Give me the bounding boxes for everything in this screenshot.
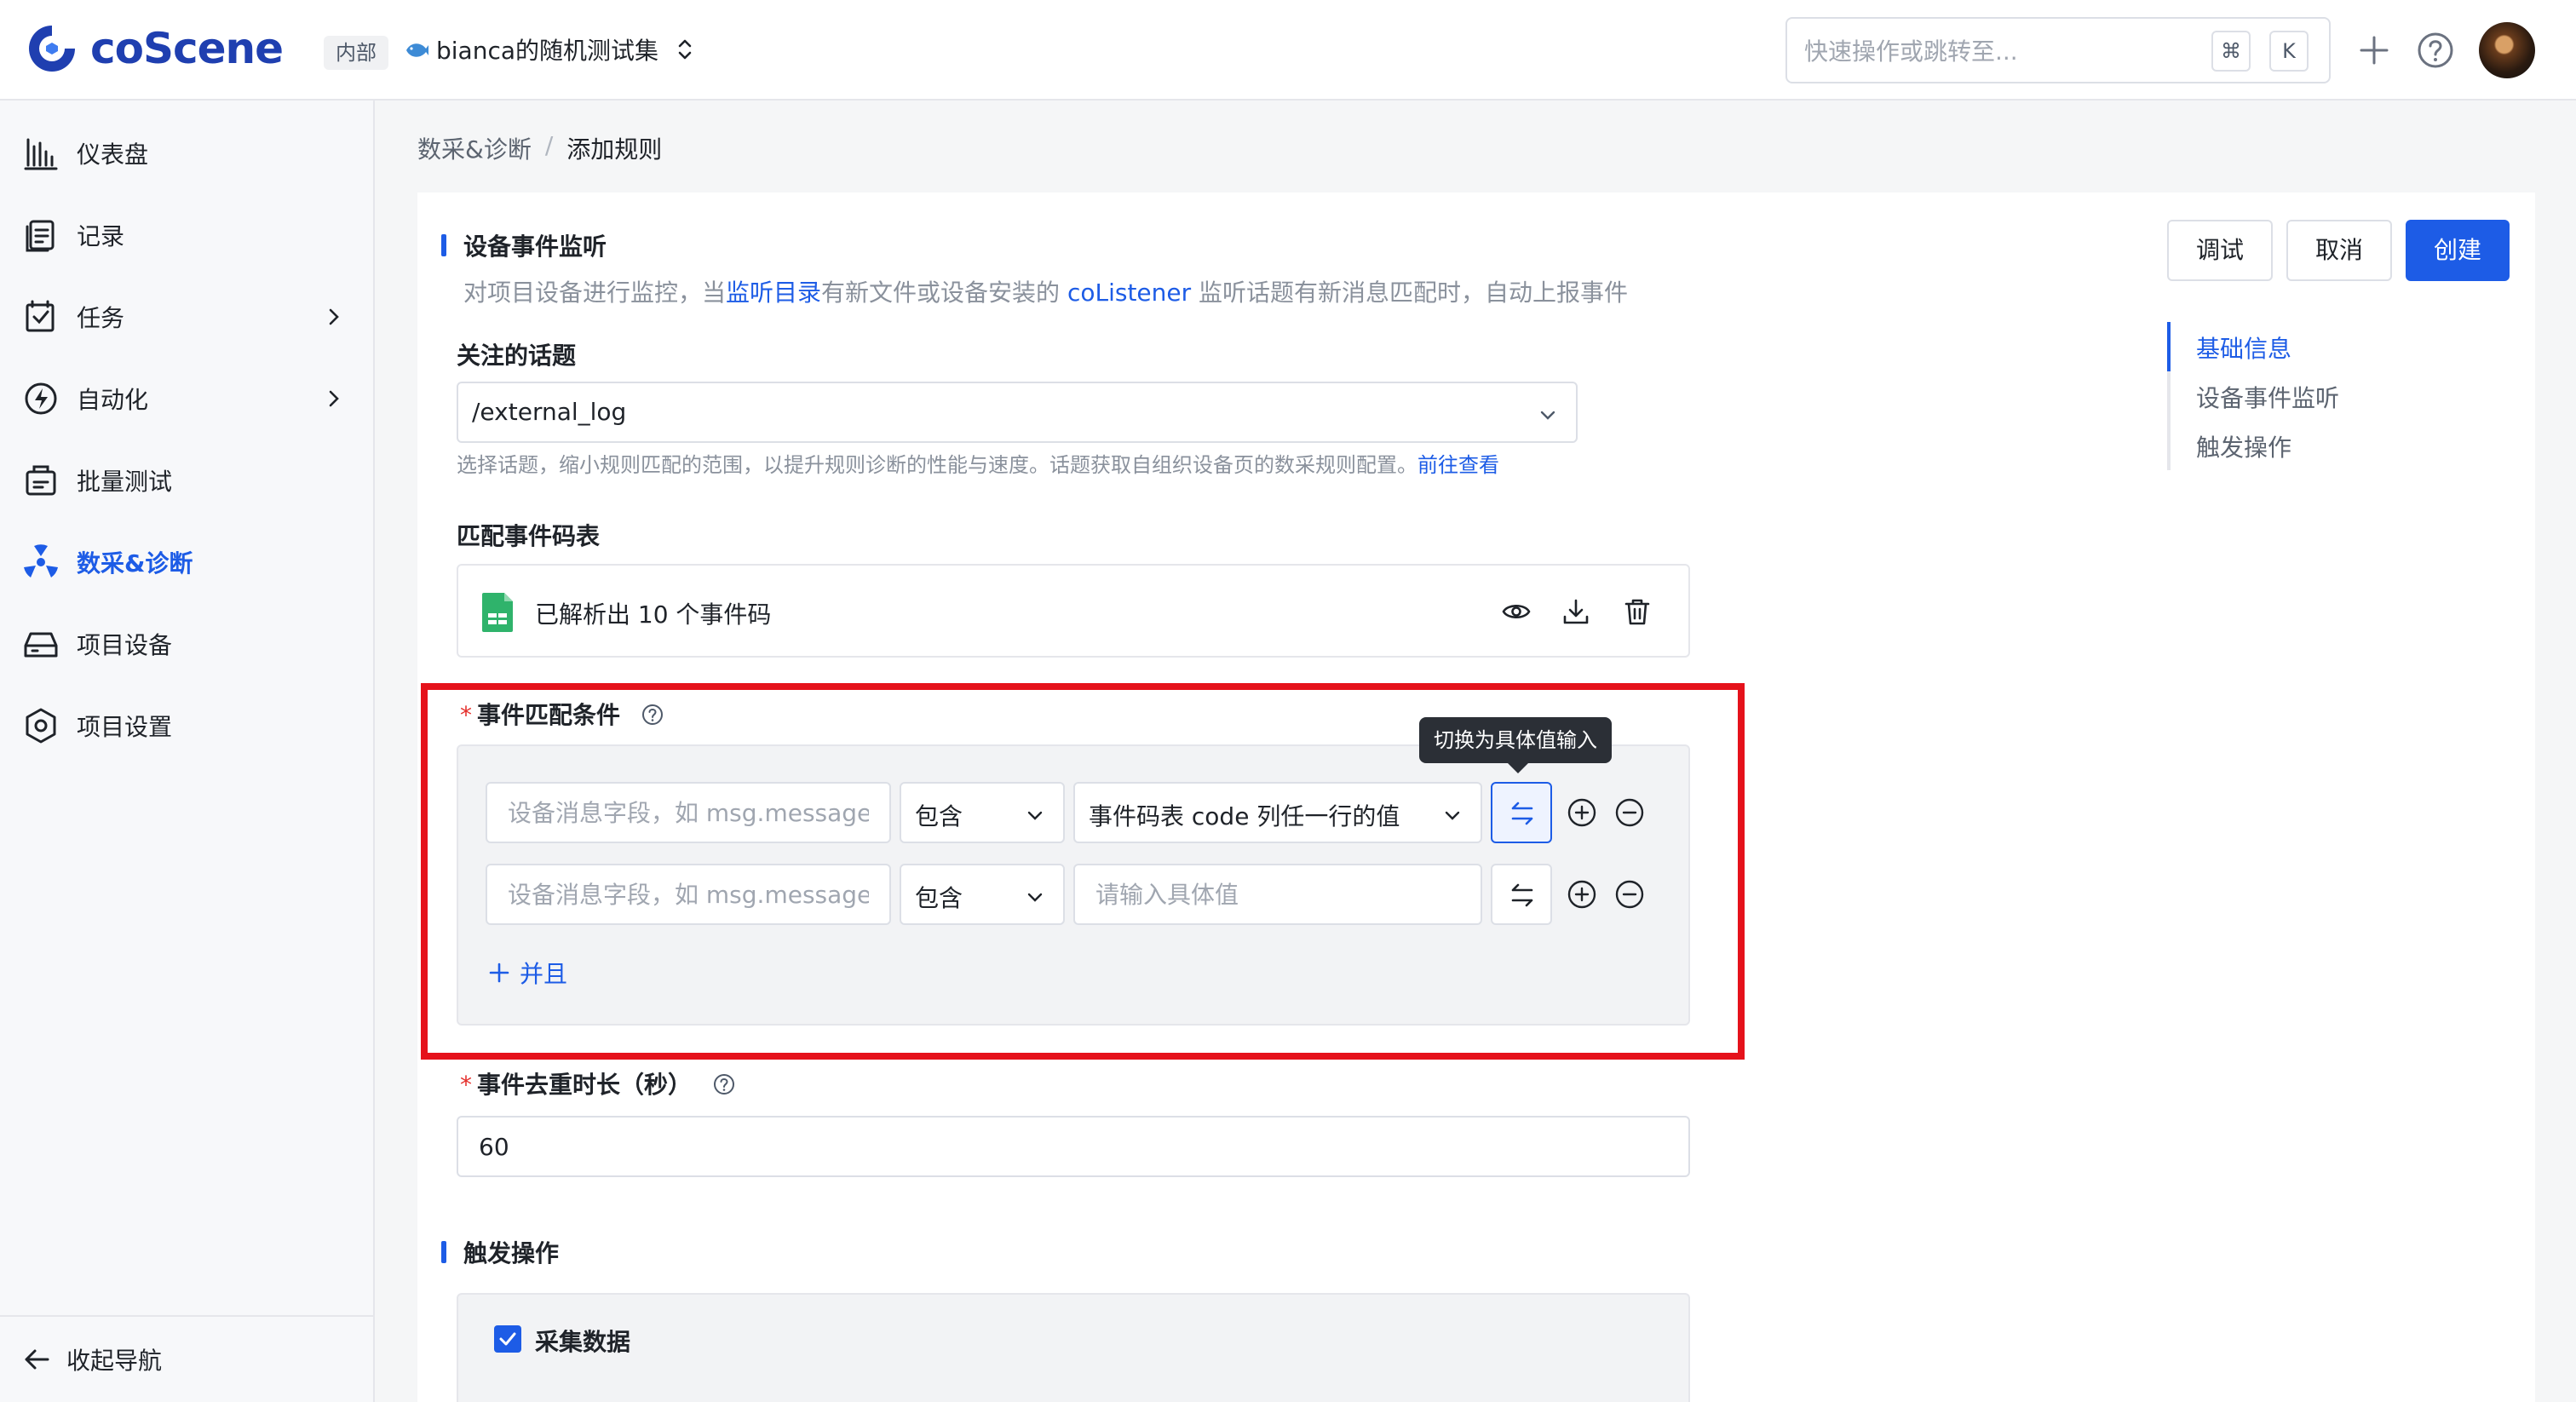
chevron-updown-icon (678, 39, 692, 60)
collect-data-checkbox[interactable] (494, 1325, 521, 1353)
project-switcher[interactable]: bianca的随机测试集 (404, 32, 696, 66)
breadcrumb-separator: / (544, 131, 554, 159)
anchor-active-marker (2167, 322, 2171, 371)
trigger-action-group: 采集数据 (457, 1293, 1690, 1402)
sidebar-item-label: 项目设置 (77, 713, 173, 741)
arrow-left-icon (25, 1349, 49, 1370)
sidebar-item-diagnosis[interactable]: 数采&诊断 (22, 537, 354, 588)
required-mark: * (460, 1071, 472, 1099)
sidebar-item-label: 记录 (77, 222, 125, 250)
desc-text: 监听话题有新消息匹配时，自动上报事件 (1199, 279, 1629, 307)
coscene-logo-icon (29, 26, 75, 72)
listen-section-title: 设备事件监听 (441, 228, 607, 262)
automation-icon (25, 382, 57, 415)
collapse-nav-label: 收起导航 (66, 1347, 163, 1375)
records-icon (26, 220, 55, 252)
logo[interactable]: coScene (26, 22, 284, 75)
breadcrumb-current: 添加规则 (566, 135, 663, 164)
user-avatar[interactable] (2479, 22, 2535, 78)
sidebar-item-label: 项目设备 (77, 631, 173, 659)
chevron-right-icon (329, 390, 339, 407)
dedup-label: * 事件去重时长（秒） (460, 1066, 736, 1100)
sidebar-item-automation[interactable]: 自动化 (22, 373, 354, 424)
topic-label: 关注的话题 (457, 342, 577, 370)
anchor-basic-info[interactable]: 基础信息 (2196, 330, 2291, 365)
check-icon (499, 1332, 516, 1346)
anchor-event-listen[interactable]: 设备事件监听 (2196, 380, 2339, 414)
section-accent-bar (441, 1241, 446, 1263)
sidebar-item-label: 仪表盘 (77, 141, 149, 169)
chevron-right-icon (329, 308, 339, 325)
quick-search-input[interactable] (1804, 32, 2213, 70)
eye-icon[interactable] (1501, 596, 1532, 627)
desc-text: 对项目设备进行监控，当 (463, 279, 727, 307)
top-bar: coScene 内部 bianca的随机测试集 ⌘ K (0, 0, 2576, 101)
sidebar-item-records[interactable]: 记录 (22, 210, 354, 261)
plus-icon[interactable] (2353, 29, 2395, 72)
shortcut-cmd-key: ⌘ (2211, 31, 2251, 72)
trash-icon[interactable] (1622, 596, 1653, 627)
question-circle-icon[interactable] (712, 1072, 736, 1096)
dedup-duration-input[interactable] (457, 1116, 1690, 1177)
highlight-annotation (421, 683, 1745, 1060)
batch-test-icon (26, 465, 56, 496)
code-table-file: 已解析出 10 个事件码 (457, 564, 1690, 658)
sidebar-item-label: 任务 (77, 304, 125, 332)
listen-dir-link[interactable]: 监听目录 (726, 279, 821, 307)
go-view-link[interactable]: 前往查看 (1417, 453, 1499, 477)
code-table-file-name: 已解析出 10 个事件码 (535, 600, 772, 629)
project-name: bianca的随机测试集 (436, 37, 659, 65)
anchor-trigger[interactable]: 触发操作 (2196, 429, 2291, 463)
debug-button[interactable]: 调试 (2167, 220, 2273, 281)
collect-data-label: 采集数据 (535, 1328, 631, 1356)
shortcut-k-key: K (2269, 31, 2309, 72)
breadcrumb-parent[interactable]: 数采&诊断 (417, 131, 532, 165)
download-icon[interactable] (1561, 596, 1591, 627)
create-button[interactable]: 创建 (2406, 220, 2510, 281)
topic-hint: 选择话题，缩小规则匹配的范围，以提升规则诊断的性能与速度。话题获取自组织设备页的… (457, 448, 1499, 478)
bar-chart-icon (24, 138, 58, 170)
sidebar-item-label: 数采&诊断 (77, 549, 193, 577)
device-icon (24, 632, 58, 658)
breadcrumb: 数采&诊断 / 添加规则 (417, 131, 662, 165)
cancel-button[interactable]: 取消 (2286, 220, 2392, 281)
logo-text: coScene (90, 24, 284, 73)
diagnosis-icon (24, 544, 58, 577)
section-accent-bar (441, 234, 446, 256)
section-title-text: 设备事件监听 (463, 233, 607, 261)
code-table-label: 匹配事件码表 (457, 522, 601, 550)
dedup-label-text: 事件去重时长（秒） (477, 1071, 693, 1099)
collapse-nav-button[interactable]: 收起导航 (22, 1342, 162, 1376)
desc-text: 有新文件或设备安装的 (821, 279, 1061, 307)
sidebar-item-batch-test[interactable]: 批量测试 (22, 455, 354, 506)
sidebar-item-label: 批量测试 (77, 468, 173, 496)
form-anchor-nav: 基础信息 设备事件监听 触发操作 (2167, 322, 2339, 470)
listen-section-description: 对项目设备进行监控，当监听目录有新文件或设备安装的 coListener 监听话… (463, 274, 1628, 308)
sidebar-item-devices[interactable]: 项目设备 (22, 618, 354, 669)
project-icon (406, 43, 428, 57)
topic-select-value: /external_log (472, 398, 627, 426)
sidebar: 仪表盘 记录 任务 自动化 批量测试 数采&诊断 项目设备 项目设置 收起导航 (0, 101, 375, 1402)
sidebar-footer: 收起导航 (0, 1315, 373, 1402)
help-icon[interactable] (2414, 29, 2457, 72)
sidebar-item-settings[interactable]: 项目设置 (22, 700, 354, 751)
section-title-text: 触发操作 (463, 1239, 560, 1267)
sidebar-item-label: 自动化 (77, 386, 149, 414)
sidebar-item-dashboard[interactable]: 仪表盘 (22, 128, 354, 179)
settings-icon (26, 708, 56, 744)
workspace-badge: 内部 (324, 36, 388, 70)
spreadsheet-file-icon (482, 593, 513, 632)
topic-hint-text: 选择话题，缩小规则匹配的范围，以提升规则诊断的性能与速度。话题获取自组织设备页的… (457, 453, 1417, 477)
sidebar-item-tasks[interactable]: 任务 (22, 291, 354, 342)
trigger-section-title: 触发操作 (441, 1235, 559, 1269)
chevron-down-icon (1540, 411, 1555, 420)
task-icon (26, 300, 55, 332)
quick-search[interactable]: ⌘ K (1785, 17, 2331, 83)
colistener-link[interactable]: coListener (1067, 279, 1191, 307)
topic-select[interactable]: /external_log (457, 382, 1578, 443)
